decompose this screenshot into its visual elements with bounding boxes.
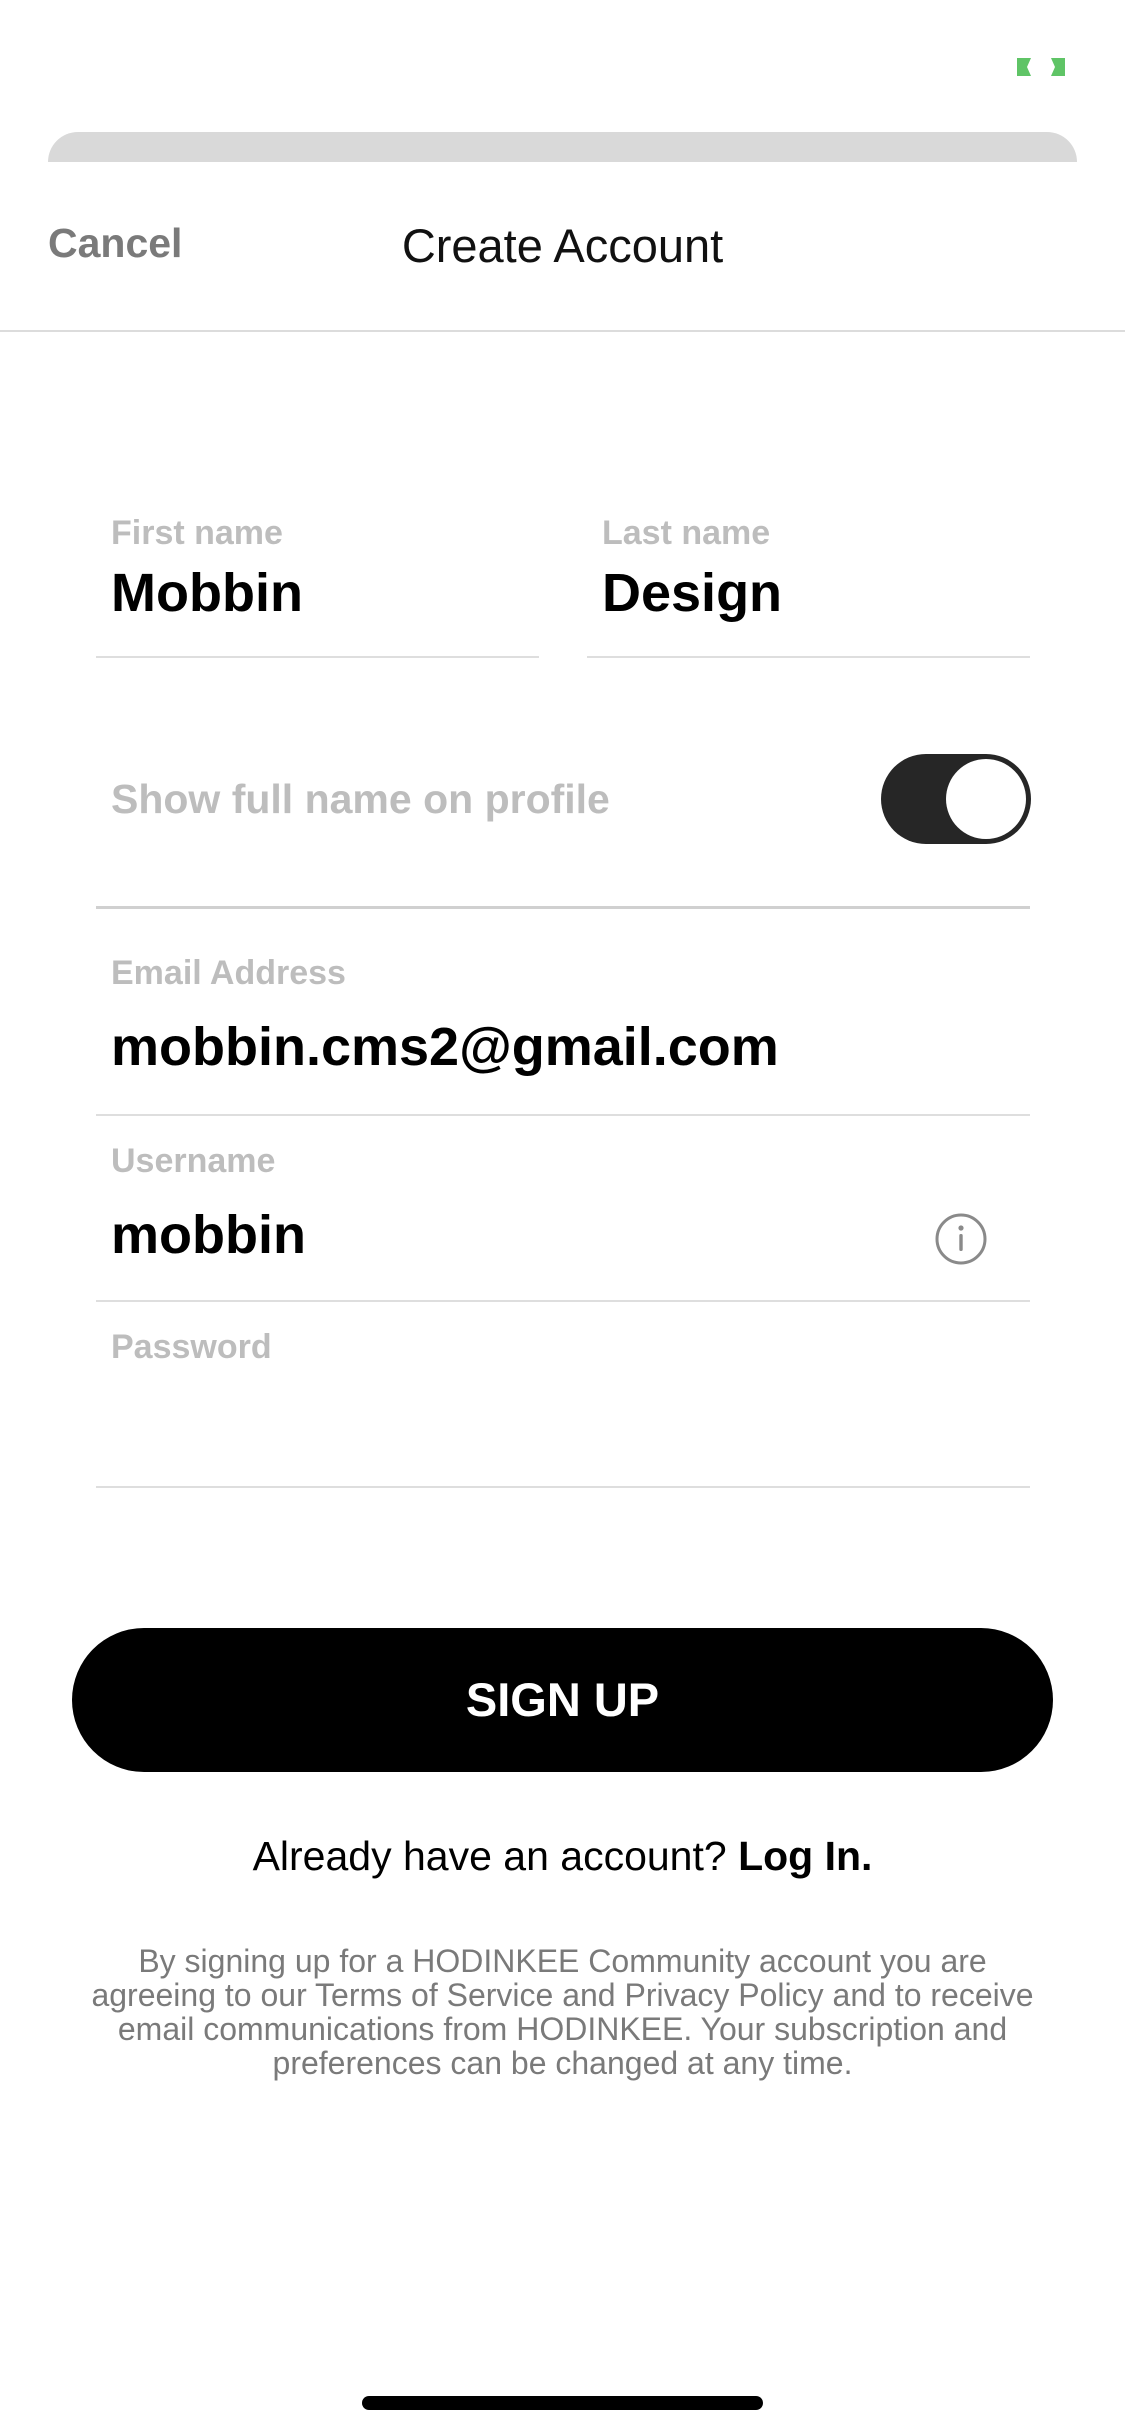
show-full-name-label: Show full name on profile — [111, 776, 610, 822]
last-name-field[interactable]: Last name Design — [587, 500, 1030, 658]
info-circle-icon[interactable] — [934, 1212, 988, 1266]
toggle-knob — [946, 759, 1026, 839]
password-label: Password — [111, 1328, 272, 1366]
status-indicator-icon — [1017, 58, 1065, 76]
username-label: Username — [111, 1142, 276, 1180]
email-field[interactable]: Email Address mobbin.cms2@gmail.com — [96, 946, 1030, 1116]
show-full-name-toggle[interactable] — [881, 754, 1031, 844]
login-link[interactable]: Log In. — [738, 1833, 872, 1879]
email-input[interactable]: mobbin.cms2@gmail.com — [111, 1016, 779, 1078]
login-prompt-text: Already have an account? — [252, 1833, 727, 1879]
last-name-label: Last name — [602, 514, 771, 552]
email-label: Email Address — [111, 954, 346, 992]
first-name-input[interactable]: Mobbin — [111, 562, 303, 624]
show-full-name-row: Show full name on profile — [96, 740, 1031, 909]
login-prompt: Already have an account? Log In. — [0, 1833, 1125, 1880]
first-name-label: First name — [111, 514, 283, 552]
sheet-background-edge — [48, 132, 1077, 162]
page-title: Create Account — [401, 219, 724, 272]
username-input[interactable]: mobbin — [111, 1204, 306, 1266]
home-indicator — [362, 2396, 763, 2410]
first-name-field[interactable]: First name Mobbin — [96, 500, 539, 658]
legal-disclaimer: By signing up for a HODINKEE Community a… — [91, 1943, 1034, 2081]
signup-button[interactable]: SIGN UP — [72, 1628, 1053, 1772]
nav-bar: Cancel Create Account — [0, 162, 1125, 332]
last-name-input[interactable]: Design — [602, 562, 782, 624]
password-field[interactable]: Password — [96, 1302, 1030, 1488]
username-field[interactable]: Username mobbin — [96, 1116, 1030, 1302]
